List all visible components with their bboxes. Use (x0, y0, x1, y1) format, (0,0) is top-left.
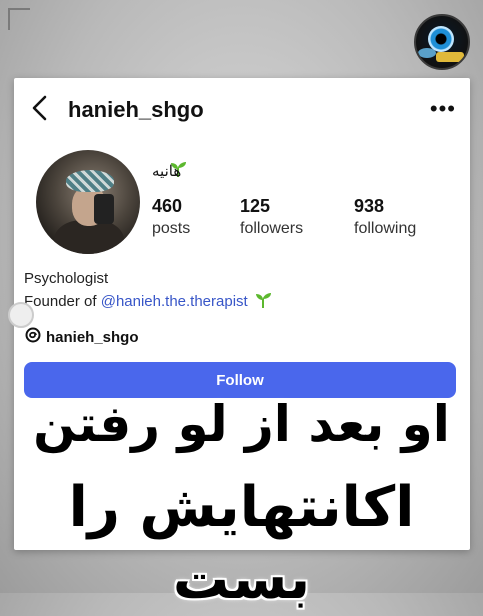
sprout-icon (254, 291, 272, 313)
story-highlight-icon[interactable] (8, 302, 34, 328)
channel-logo-icon (414, 14, 470, 70)
avatar[interactable] (36, 150, 140, 254)
stat-posts-label: posts (152, 220, 191, 237)
frame-corner-decoration (8, 8, 30, 30)
bio-prefix: Founder of (24, 293, 101, 310)
profile-display-name: هانیه (152, 163, 182, 180)
threads-handle: hanieh_shgo (46, 328, 139, 346)
back-arrow-icon[interactable] (30, 94, 48, 122)
stat-posts-value: 460 (152, 196, 183, 216)
overlay-caption-line-2: اکانتهایش را بست (68, 474, 416, 613)
stat-followers[interactable]: 125 followers (240, 196, 303, 238)
stat-following[interactable]: 938 following (354, 196, 416, 238)
overlay-caption-line-1: او بعد از لو رفتن (32, 394, 451, 454)
profile-username: hanieh_shgo (68, 97, 204, 122)
stat-followers-label: followers (240, 220, 304, 237)
threads-icon (24, 326, 42, 348)
bio-line-2: Founder of @hanieh.the.therapist (24, 291, 272, 313)
stat-followers-value: 125 (240, 196, 271, 216)
bio-mention-link[interactable]: @hanieh.the.therapist (101, 293, 248, 310)
stat-following-label: following (354, 220, 417, 237)
more-options-icon[interactable]: ••• (430, 96, 456, 122)
stat-following-value: 938 (354, 196, 385, 216)
profile-header: hanieh_shgo ••• (14, 78, 470, 138)
stat-posts[interactable]: 460 posts (152, 196, 190, 238)
bio-line-1: Psychologist (24, 270, 109, 287)
threads-link[interactable]: hanieh_shgo (24, 326, 139, 348)
